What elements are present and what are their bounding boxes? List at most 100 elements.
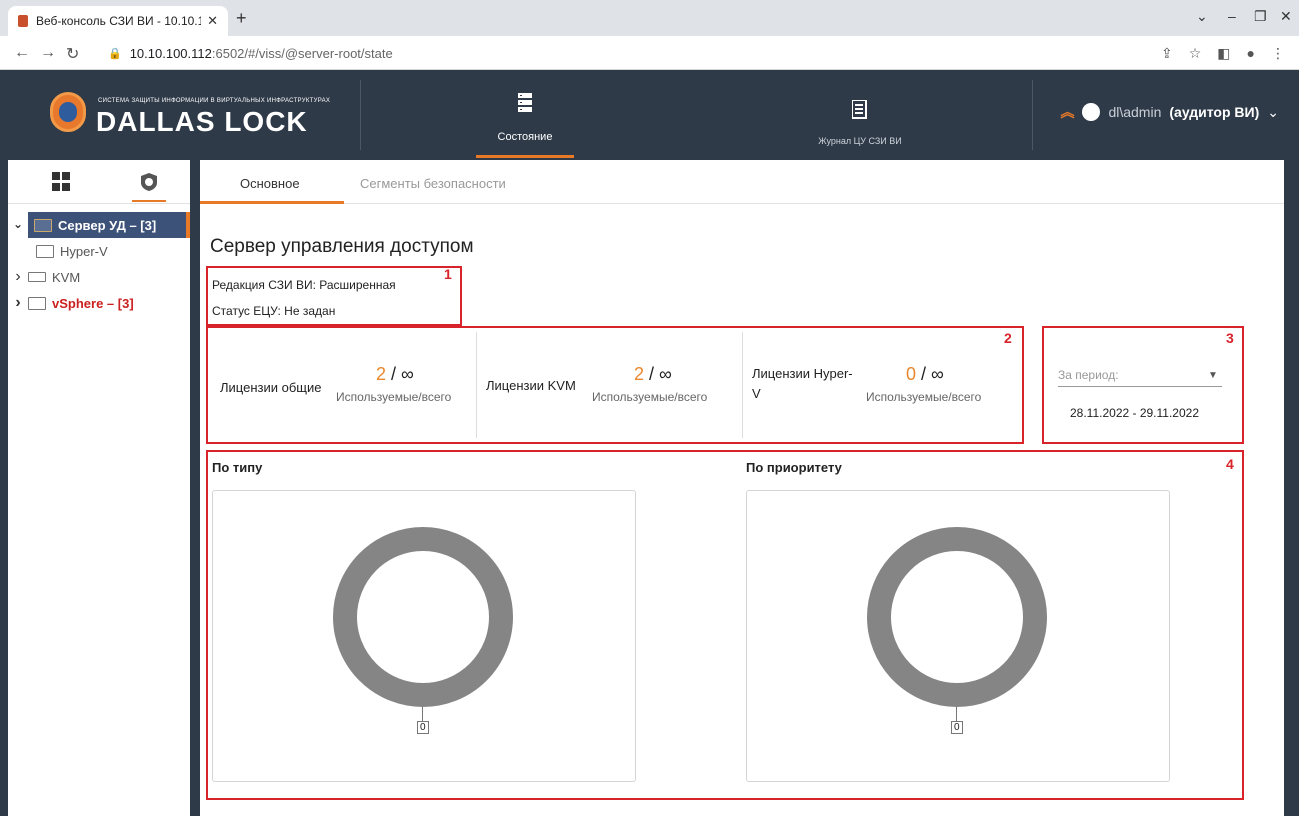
tree-item-label: Hyper-V	[60, 243, 108, 259]
url-field[interactable]: 🔒 10.10.100.112:6502/#/viss/@server-root…	[108, 40, 1240, 66]
tree: ⌄ Сервер УД – [3] Hyper-V › KVM › vSpher…	[8, 204, 190, 316]
left-panel-tabs	[8, 160, 190, 204]
tab-main[interactable]: Основное	[240, 176, 300, 191]
tree-item-kvm[interactable]: › KVM	[8, 264, 190, 290]
browser-tab-bar: Веб-консоль СЗИ ВИ - 10.10.10( ✕ + ⌄ – ❐…	[0, 0, 1299, 36]
tab-state[interactable]: Состояние	[476, 70, 574, 158]
minimize-icon[interactable]: –	[1228, 8, 1236, 24]
tree-item-hyperv[interactable]: Hyper-V	[8, 238, 190, 264]
tree-item-server[interactable]: ⌄ Сервер УД – [3]	[8, 212, 190, 238]
annotation-label-1: 1	[444, 266, 452, 282]
chart-priority-card: 0	[746, 490, 1170, 782]
menu-kebab-icon[interactable]: ⋮	[1271, 45, 1285, 62]
app-header: СИСТЕМА ЗАЩИТЫ ИНФОРМАЦИИ В ВИРТУАЛЬНЫХ …	[0, 70, 1299, 158]
license-label: Лицензии KVM	[486, 378, 576, 393]
logo-subtitle: СИСТЕМА ЗАЩИТЫ ИНФОРМАЦИИ В ВИРТУАЛЬНЫХ …	[98, 98, 331, 104]
annotation-label-2: 2	[1004, 330, 1012, 346]
url-host: 10.10.100.112	[129, 45, 212, 61]
browser-tab[interactable]: Веб-консоль СЗИ ВИ - 10.10.10( ✕	[8, 6, 228, 36]
license-sub: Используемые/всего	[336, 390, 452, 404]
select-underline	[1058, 386, 1222, 387]
chevron-right-icon[interactable]: ›	[8, 294, 28, 312]
server-node-icon	[34, 218, 52, 232]
forward-icon[interactable]: →	[40, 44, 56, 62]
donut-value-label: 0	[951, 721, 963, 734]
user-role: (аудитор ВИ)	[1169, 104, 1260, 120]
restore-icon[interactable]: ❐	[1254, 8, 1267, 25]
favicon-icon	[18, 15, 28, 27]
monitor-icon	[28, 296, 46, 310]
windows-icon[interactable]	[52, 172, 74, 192]
license-label: Лицензии общие	[220, 380, 322, 395]
share-icon[interactable]: ⇪	[1161, 45, 1173, 62]
chevron-right-icon[interactable]: ›	[8, 268, 28, 286]
license-sub: Используемые/всего	[592, 390, 708, 404]
user-name: dl\admin	[1108, 104, 1162, 120]
user-avatar-icon	[1082, 103, 1101, 121]
license-sub: Используемые/всего	[866, 390, 982, 404]
edition-text: Редакция СЗИ ВИ: Расширенная	[212, 278, 396, 292]
donut-chart-priority	[867, 527, 1047, 707]
close-tab-icon[interactable]: ✕	[207, 13, 218, 29]
main-tabs: Основное Сегменты безопасности	[200, 160, 1284, 204]
donut-value-label: 0	[417, 721, 429, 734]
window-close-icon[interactable]: ✕	[1280, 8, 1292, 25]
user-menu[interactable]: ︽ dl\admin (аудитор ВИ) ⌄	[1060, 102, 1279, 122]
tree-item-label: Сервер УД – [3]	[58, 217, 157, 233]
browser-tab-title: Веб-консоль СЗИ ВИ - 10.10.10(	[36, 14, 202, 28]
chevron-down-icon[interactable]: ⌄	[8, 212, 28, 238]
chart-title-priority: По приоритету	[746, 460, 842, 475]
double-chevron-up-icon[interactable]: ︽	[1060, 102, 1074, 122]
header-divider	[1032, 80, 1033, 150]
new-tab-button[interactable]: +	[236, 8, 247, 29]
virtual-infra-tab[interactable]	[132, 172, 166, 202]
annotation-box-3	[1042, 326, 1244, 444]
license-label-line2: V	[752, 386, 761, 401]
header-divider	[360, 80, 361, 150]
shield-server-icon	[141, 173, 157, 191]
caret-down-icon[interactable]: ▼	[1208, 370, 1218, 381]
tree-item-label: KVM	[52, 269, 81, 285]
selection-bar	[186, 212, 190, 238]
tab-state-label: Состояние	[497, 131, 553, 143]
license-value: 0 / ∞	[906, 364, 944, 384]
chevron-down-icon[interactable]: ⌄	[1267, 104, 1279, 121]
tab-journal[interactable]: Журнал ЦУ СЗИ ВИ	[790, 70, 930, 158]
tree-item-vsphere[interactable]: › vSphere – [3]	[8, 290, 190, 316]
page-title: Сервер управления доступом	[210, 236, 474, 257]
chart-type-card: 0	[212, 490, 636, 782]
active-tab-indicator	[200, 201, 344, 204]
license-label-line1: Лицензии Hyper-	[752, 366, 853, 381]
sidepanel-icon[interactable]: ◧	[1217, 45, 1230, 62]
donut-chart-type	[333, 527, 513, 707]
annotation-label-4: 4	[1226, 456, 1234, 472]
address-bar: ← → ↻ 🔒 10.10.100.112:6502/#/viss/@serve…	[0, 36, 1299, 70]
annotation-box-2	[206, 326, 1024, 444]
license-value: 2 / ∞	[634, 364, 672, 384]
back-icon[interactable]: ←	[14, 44, 30, 62]
annotation-label-3: 3	[1226, 330, 1234, 346]
donut-ring	[867, 527, 1047, 707]
donut-ring	[333, 527, 513, 707]
main-panel: Основное Сегменты безопасности Сервер уп…	[196, 158, 1299, 816]
license-value: 2 / ∞	[376, 364, 414, 384]
monitor-icon	[36, 244, 54, 258]
chart-title-type: По типу	[212, 460, 263, 475]
lock-icon: 🔒	[108, 47, 122, 60]
profile-icon[interactable]: ●	[1247, 45, 1255, 62]
url-path: :6502/#/viss/@server-root/state	[211, 45, 393, 61]
tree-item-label: vSphere – [3]	[52, 295, 134, 311]
reload-icon[interactable]: ↻	[66, 44, 79, 64]
period-label: За период:	[1058, 368, 1119, 382]
tab-segments[interactable]: Сегменты безопасности	[360, 176, 506, 191]
period-dates: 28.11.2022 - 29.11.2022	[1070, 406, 1199, 420]
license-divider	[742, 332, 743, 438]
server-icon	[518, 93, 532, 112]
tab-search-icon[interactable]: ⌄	[1196, 8, 1208, 25]
logo-title: DALLAS LOCK	[96, 106, 308, 137]
bookmark-star-icon[interactable]: ☆	[1189, 45, 1202, 62]
status-text: Статус ЕЦУ: Не задан	[212, 304, 336, 318]
license-divider	[476, 332, 477, 438]
shield-logo-icon	[50, 92, 86, 132]
tab-journal-label: Журнал ЦУ СЗИ ВИ	[818, 136, 902, 146]
